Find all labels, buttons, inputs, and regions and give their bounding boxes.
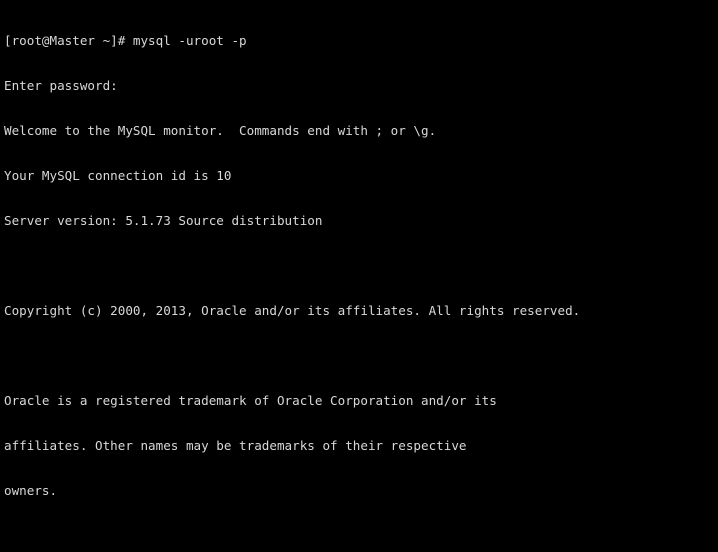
terminal-line: owners. — [4, 483, 58, 498]
terminal-window[interactable]: [root@Master ~]# mysql -uroot -p Enter p… — [0, 0, 718, 552]
terminal-line: [root@Master ~]# mysql -uroot -p — [4, 33, 247, 48]
terminal-line: Enter password: — [4, 78, 118, 93]
terminal-line: Your MySQL connection id is 10 — [4, 168, 232, 183]
terminal-line: Oracle is a registered trademark of Orac… — [4, 393, 497, 408]
terminal-line: Welcome to the MySQL monitor. Commands e… — [4, 123, 437, 138]
terminal-line: Copyright (c) 2000, 2013, Oracle and/or … — [4, 303, 581, 318]
terminal-line: affiliates. Other names may be trademark… — [4, 438, 467, 453]
terminal-line: Server version: 5.1.73 Source distributi… — [4, 213, 323, 228]
